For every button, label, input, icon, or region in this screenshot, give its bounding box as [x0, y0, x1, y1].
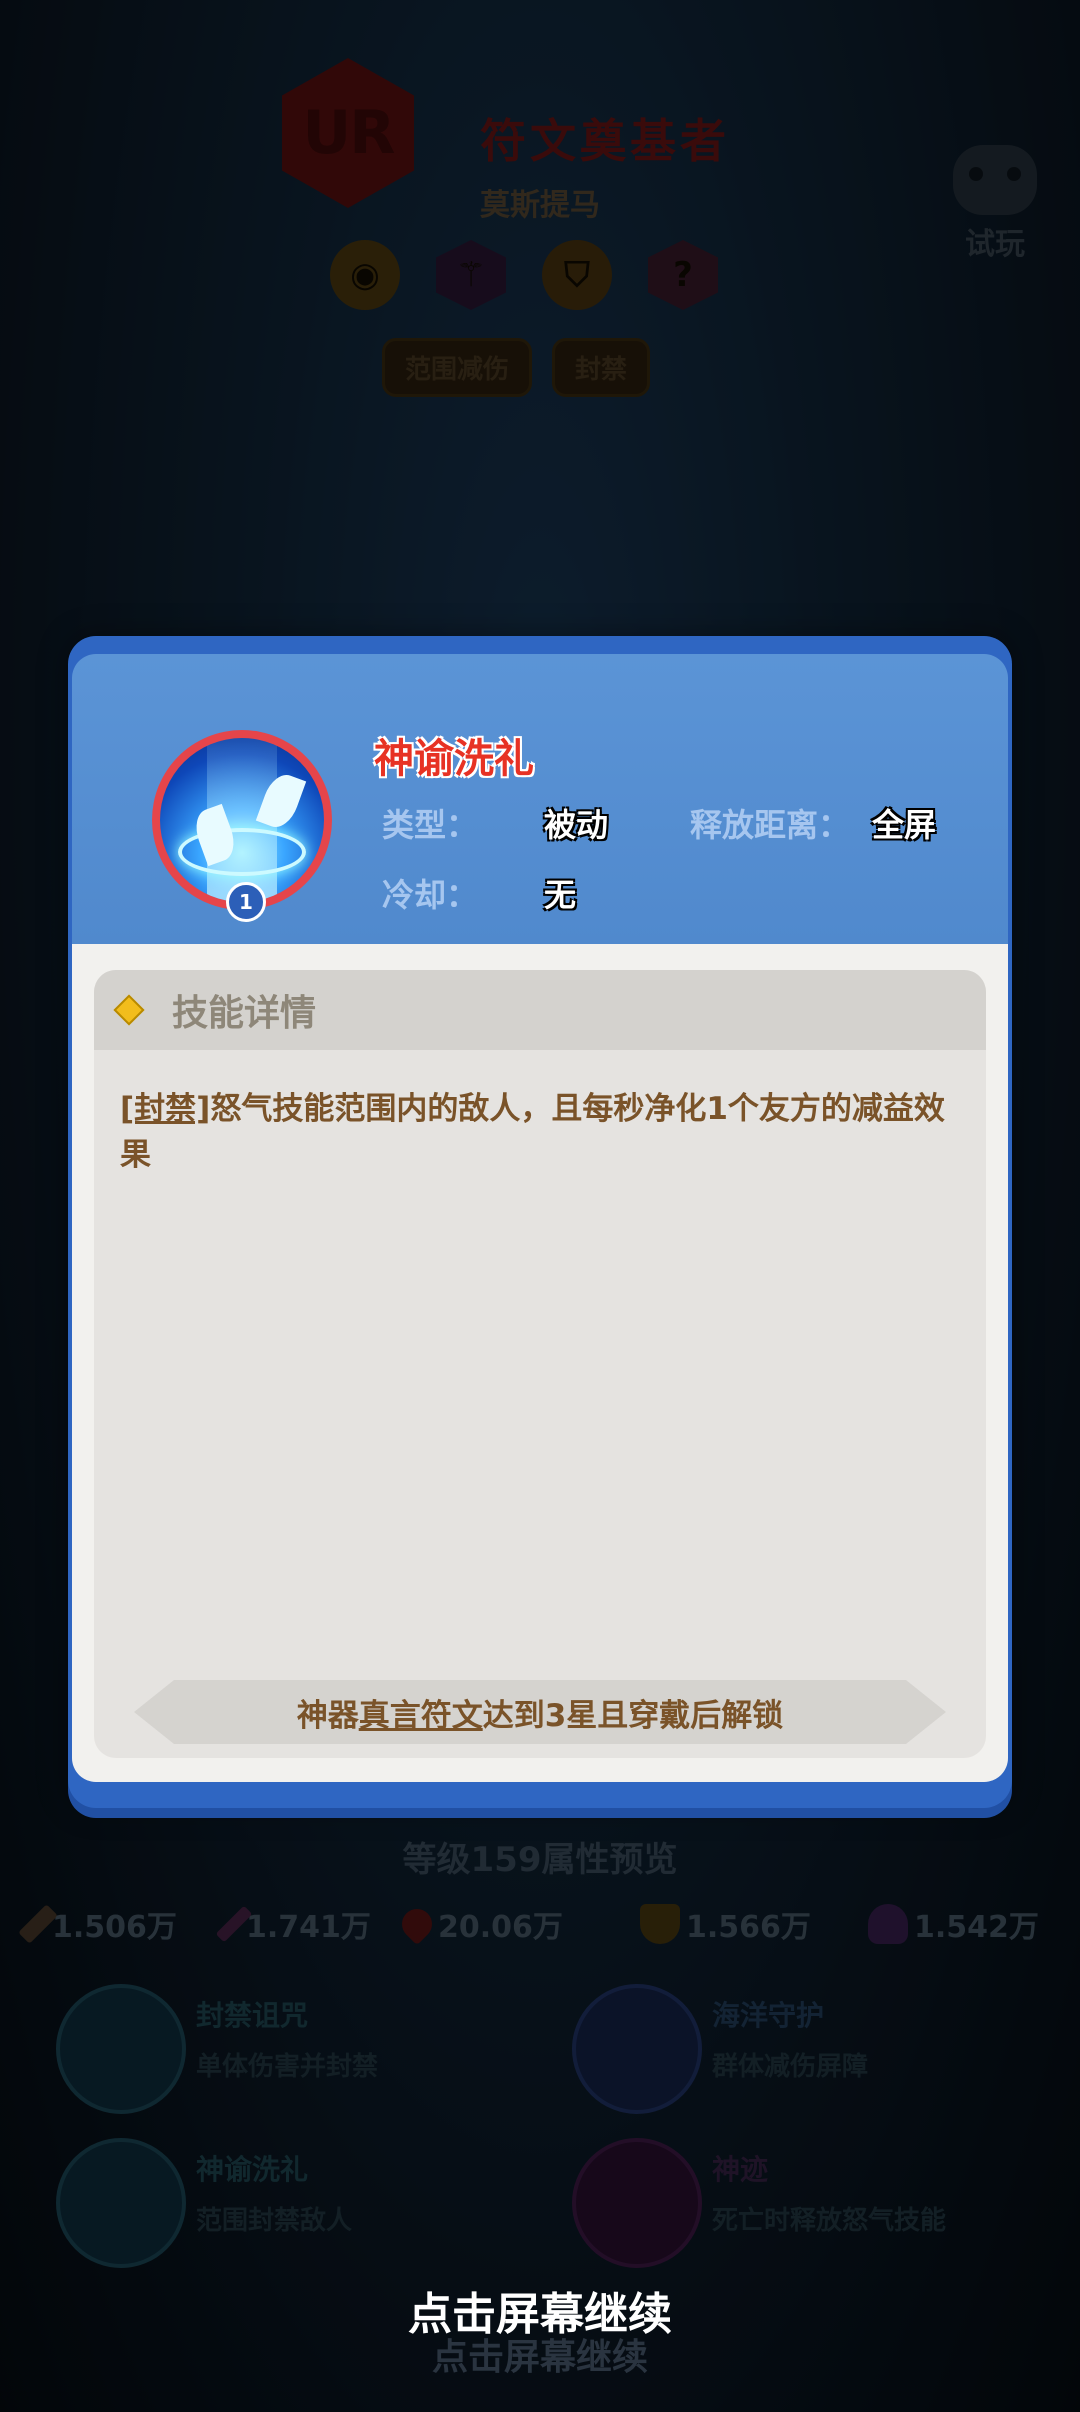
- diamond-icon: [113, 994, 145, 1026]
- type-value: 被动: [544, 806, 609, 844]
- skill-detail-section: 技能详情 [封禁]怒气技能范围内的敌人，且每秒净化1个友方的减益效果 神器 真言符…: [94, 970, 986, 1758]
- range-value: 全屏: [872, 806, 937, 844]
- skill-name: 神谕洗礼: [374, 736, 534, 782]
- dialog-body: 技能详情 [封禁]怒气技能范围内的敌人，且每秒净化1个友方的减益效果 神器 真言符…: [72, 944, 1008, 1782]
- range-label: 释放距离：: [690, 806, 851, 844]
- type-label: 类型：: [382, 806, 479, 844]
- skill-description: [封禁]怒气技能范围内的敌人，且每秒净化1个友方的减益效果: [120, 1086, 960, 1178]
- cooldown-label: 冷却：: [382, 876, 479, 914]
- tap-to-continue-shadow: 点击屏幕继续: [431, 2337, 648, 2378]
- unlock-prefix: 神器: [296, 1697, 359, 1734]
- section-header: 技能详情: [94, 970, 986, 1050]
- unlock-condition: 神器 真言符文 达到3星且穿戴后解锁: [134, 1680, 946, 1744]
- dialog-header: 1 神谕洗礼 类型： 被动 释放距离： 全屏 冷却： 无: [72, 654, 1008, 944]
- skill-level-badge: 1: [226, 882, 266, 922]
- desc-tag: [封禁]: [120, 1091, 211, 1127]
- unlock-suffix: 达到3星且穿戴后解锁: [482, 1697, 784, 1734]
- section-title: 技能详情: [172, 993, 317, 1034]
- desc-text: 怒气技能范围内的敌人，且每秒净化1个友方的减益效果: [120, 1091, 945, 1173]
- unlock-key[interactable]: 真言符文: [359, 1690, 483, 1735]
- skill-detail-dialog: 1 神谕洗礼 类型： 被动 释放距离： 全屏 冷却： 无 技能详情 [封禁]怒气…: [68, 636, 1012, 1808]
- cooldown-value: 无: [544, 876, 577, 914]
